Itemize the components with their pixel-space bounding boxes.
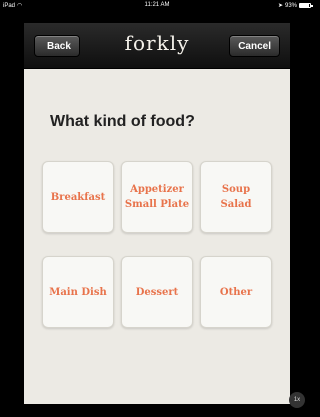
status-time: 11:21 AM [144, 2, 170, 8]
food-option-main-dish[interactable]: Main Dish [42, 256, 114, 328]
content-area: What kind of food? Breakfast Appetizer S… [24, 69, 290, 404]
page-title: What kind of food? [50, 113, 195, 130]
battery-icon [299, 3, 313, 8]
food-option-soup-salad[interactable]: Soup Salad [200, 161, 272, 233]
food-option-breakfast[interactable]: Breakfast [42, 161, 114, 233]
tile-label: Dessert [135, 286, 179, 298]
tile-label-sub: Salad [220, 199, 252, 210]
cancel-button[interactable]: Cancel [229, 35, 280, 57]
status-bar: iPad ◠ 11:21 AM ➤ 93% [0, 0, 314, 11]
food-option-dessert[interactable]: Dessert [121, 256, 193, 328]
tile-label: Breakfast [50, 191, 106, 203]
food-option-appetizer[interactable]: Appetizer Small Plate [121, 161, 193, 233]
battery-percent: 93% [284, 2, 297, 9]
zoom-toggle-button[interactable]: 1x [289, 392, 305, 408]
location-icon: ➤ [277, 3, 283, 9]
tile-label: Soup [221, 184, 251, 195]
tile-label: Main Dish [49, 286, 107, 298]
tile-label: Other [219, 286, 253, 298]
nav-bar: Back forkly Cancel [24, 23, 290, 69]
food-option-other[interactable]: Other [200, 256, 272, 328]
tile-label: Appetizer [130, 184, 184, 195]
status-right: ➤ 93% [277, 2, 313, 9]
tile-label-sub: Small Plate [124, 199, 190, 210]
app-window: Back forkly Cancel What kind of food? Br… [24, 23, 290, 404]
